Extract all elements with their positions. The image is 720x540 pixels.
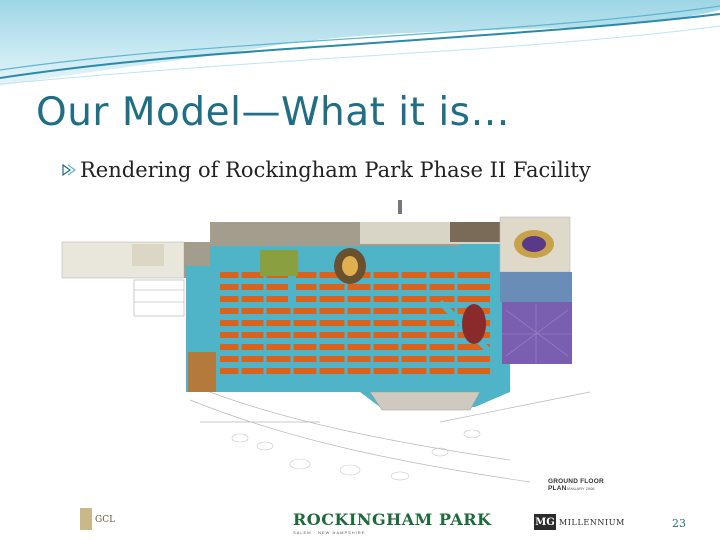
millennium-name: MILLENNIUM	[559, 517, 625, 527]
gcl-logo: GCL	[80, 508, 115, 530]
rockingham-park-logo: ROCKINGHAM PARK SALEM · NEW HAMPSHIRE	[293, 510, 491, 535]
slide-title: Our Model—What it is…	[36, 90, 510, 135]
millennium-logo: MG MILLENNIUM	[534, 514, 625, 530]
floor-plan-image	[61, 200, 591, 483]
header-wave-band	[0, 0, 720, 86]
bullet-text: Rendering of Rockingham Park Phase II Fa…	[80, 158, 591, 182]
page-number: 23	[672, 517, 686, 530]
bullet-item: Rendering of Rockingham Park Phase II Fa…	[60, 158, 591, 182]
svg-text:GCL: GCL	[95, 515, 115, 525]
facility-rendering: GROUND FLOOR PLAN JANUARY 2008 GCL ROCKI…	[60, 192, 624, 540]
bullet-arrow-icon	[62, 163, 77, 177]
plan-date: JANUARY 2008	[566, 486, 595, 491]
millennium-mark: MG	[534, 514, 556, 530]
rockingham-park-name: ROCKINGHAM PARK	[293, 510, 492, 529]
rockingham-park-location: SALEM · NEW HAMPSHIRE	[293, 530, 366, 535]
